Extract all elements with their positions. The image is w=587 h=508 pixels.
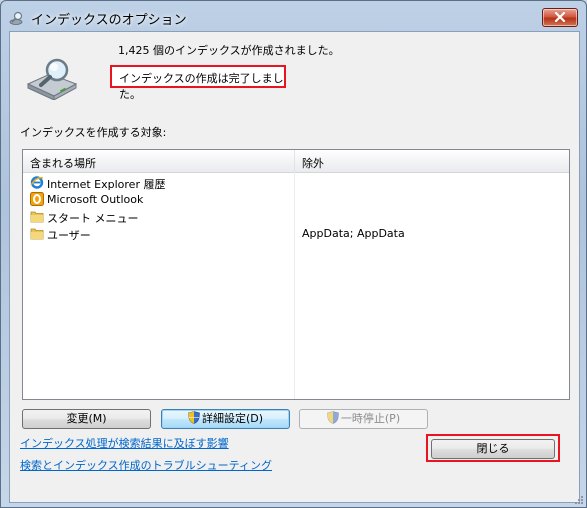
status-highlight: インデックスの作成は完了しました。	[110, 65, 286, 101]
folder-icon	[30, 228, 44, 240]
pause-button-label: 一時停止(P)	[340, 412, 401, 425]
uac-shield-icon	[188, 411, 200, 424]
indexing-options-window: インデックスのオプション 1,425 個のインデックスが作成されました。 インデ…	[0, 0, 587, 508]
indexed-locations-label: インデックスを作成する対象:	[20, 126, 167, 139]
title-bar[interactable]: インデックスのオプション	[1, 1, 586, 35]
indexing-status-text: インデックスの作成は完了しました。	[119, 72, 284, 101]
table-row[interactable]: ユーザー AppData; AppData	[23, 225, 569, 242]
modify-button-label: 変更(M)	[66, 412, 107, 425]
column-divider[interactable]	[294, 150, 295, 172]
table-row[interactable]: Microsoft Outlook	[23, 191, 569, 208]
row-location-name: Internet Explorer 履歴	[47, 178, 166, 191]
row-location-name: ユーザー	[47, 229, 91, 242]
indexing-drive-icon	[26, 58, 78, 100]
folder-icon	[30, 211, 44, 223]
dialog-body: 1,425 個のインデックスが作成されました。 インデックスの作成は完了しました…	[9, 31, 580, 503]
close-button[interactable]: 閉じる	[431, 439, 555, 459]
troubleshoot-link[interactable]: 検索とインデックス作成のトラブルシューティング	[20, 457, 272, 473]
table-row[interactable]: Internet Explorer 履歴	[23, 174, 569, 191]
uac-shield-icon	[327, 411, 339, 424]
indexing-effect-link[interactable]: インデックス処理が検索結果に及ぼす影響	[20, 435, 229, 451]
advanced-button[interactable]: 詳細設定(D)	[161, 409, 290, 429]
window-close-button[interactable]	[542, 8, 578, 27]
outlook-icon	[30, 192, 44, 206]
resize-grip-icon[interactable]	[574, 495, 584, 505]
search-index-icon	[9, 11, 23, 25]
indexed-locations-list[interactable]: 含まれる場所 除外 Internet Explorer 履歴 Microsoft…	[22, 149, 570, 400]
close-button-label: 閉じる	[476, 442, 510, 455]
pause-button[interactable]: 一時停止(P)	[299, 409, 428, 429]
list-header: 含まれる場所 除外	[23, 150, 569, 173]
internet-explorer-icon	[30, 176, 44, 189]
close-icon	[554, 12, 566, 22]
advanced-button-label: 詳細設定(D)	[201, 412, 264, 425]
table-row[interactable]: スタート メニュー	[23, 208, 569, 225]
indexed-count-text: 1,425 個のインデックスが作成されました。	[118, 44, 340, 57]
row-location-name: Microsoft Outlook	[47, 193, 144, 206]
row-exclusions: AppData; AppData	[302, 227, 405, 240]
column-header-included[interactable]: 含まれる場所	[30, 155, 96, 171]
row-location-name: スタート メニュー	[47, 212, 139, 225]
modify-button[interactable]: 変更(M)	[22, 409, 151, 429]
column-header-exclude[interactable]: 除外	[302, 155, 324, 171]
window-title: インデックスのオプション	[31, 13, 187, 28]
